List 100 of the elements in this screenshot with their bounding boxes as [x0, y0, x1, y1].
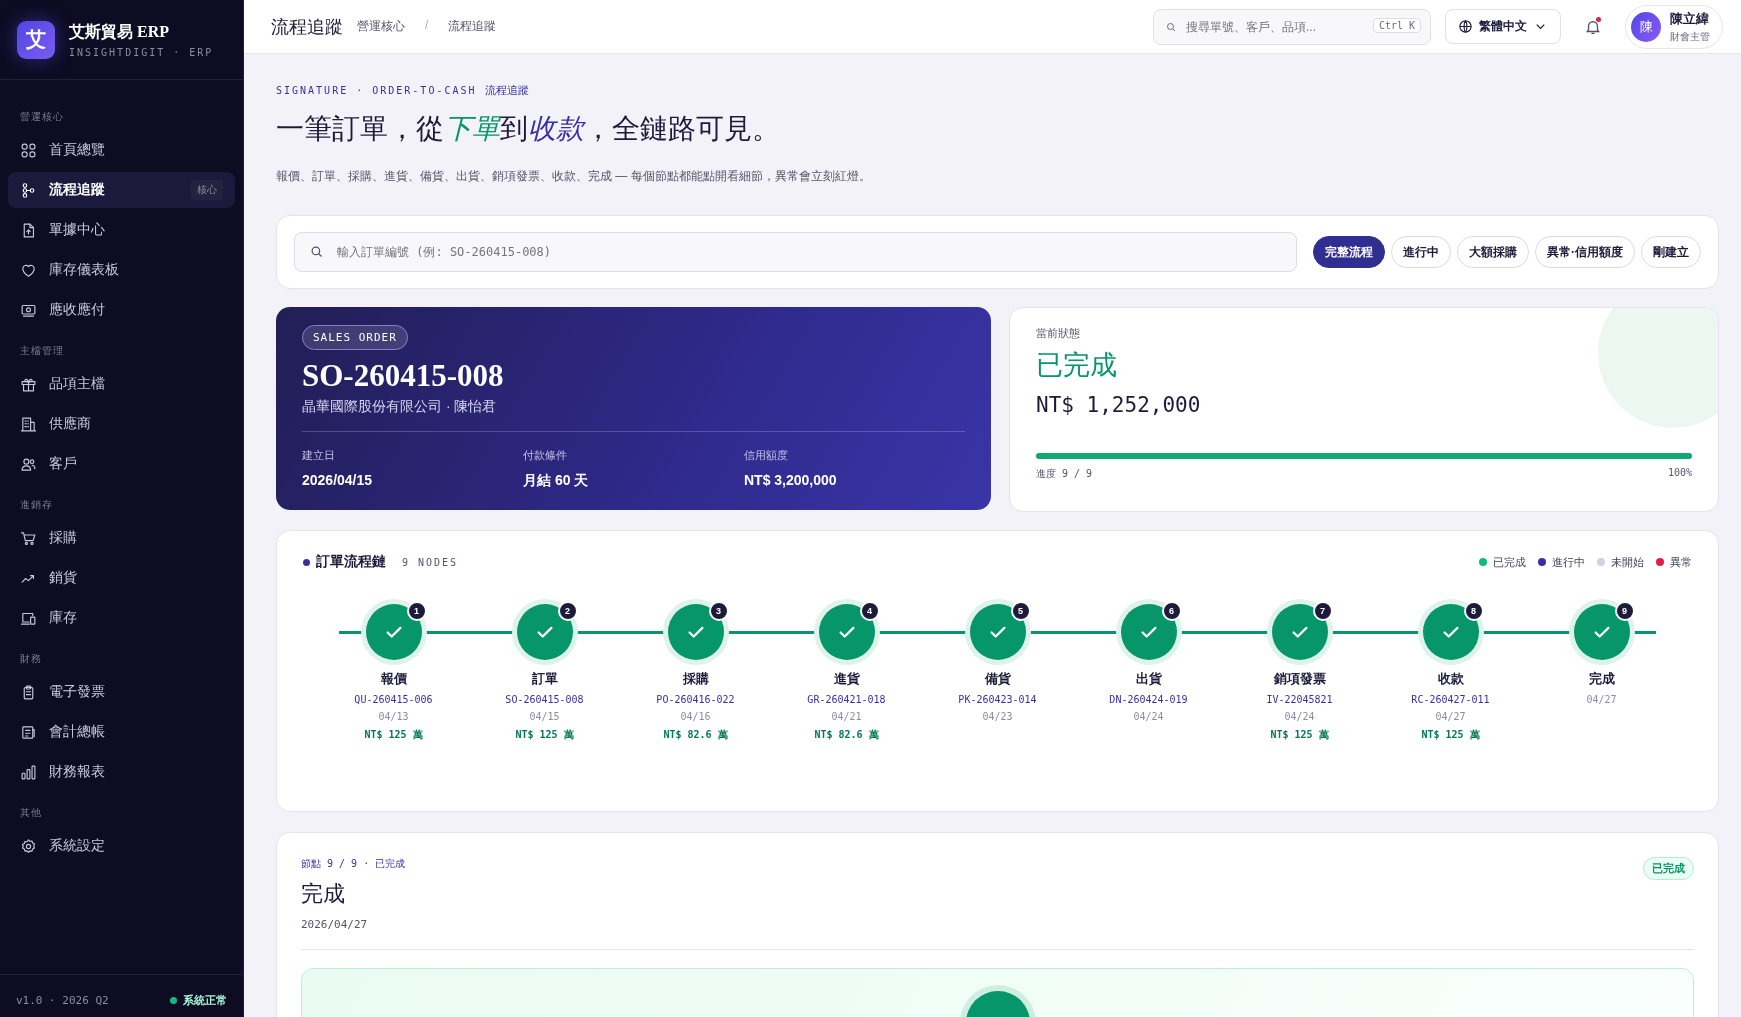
nav-item[interactable]: 庫存 — [8, 600, 235, 636]
node-name: 備貨 — [984, 670, 1011, 688]
node-name: 完成 — [1588, 670, 1615, 688]
node-number: 6 — [1161, 601, 1182, 621]
node-name: 訂單 — [531, 670, 558, 688]
section-title: 其他 — [19, 806, 43, 820]
node-amount: NT$ 125 萬 — [1421, 728, 1480, 742]
node-date: 04/16 — [680, 711, 711, 722]
node-number: 3 — [708, 601, 729, 621]
document-number[interactable]: RC-260427-011 — [1411, 694, 1490, 705]
filter-chip[interactable]: 剛建立 — [1641, 236, 1701, 268]
nav-item[interactable]: 銷貨 — [8, 560, 235, 596]
section-title: 進銷存 — [19, 498, 54, 512]
document-number[interactable]: PO-260416-022 — [656, 694, 735, 705]
brand-name: 艾斯貿易 ERP — [69, 21, 170, 42]
eyebrow-text: SIGNATURE · ORDER-TO-CASH — [276, 85, 477, 96]
filter-chip[interactable]: 進行中 — [1391, 236, 1451, 268]
node-date: 04/27 — [1435, 711, 1466, 722]
avatar: 陳 — [1631, 11, 1661, 42]
order-number: SO-260415-008 — [302, 358, 504, 394]
document-number[interactable]: DN-260424-019 — [1109, 694, 1188, 705]
nav-item[interactable]: 客戶 — [8, 446, 235, 482]
legend-label: 已完成 — [1493, 554, 1526, 570]
workflow-icon — [20, 181, 37, 199]
nav-item[interactable]: 採購 — [8, 520, 235, 556]
node-date: 04/23 — [982, 711, 1013, 722]
nav-item[interactable]: 首頁總覽 — [8, 132, 235, 168]
nav-item[interactable]: 單據中心 — [8, 212, 235, 248]
search-icon — [1165, 20, 1177, 33]
node-name: 銷項發票 — [1273, 670, 1326, 688]
node-number: 4 — [859, 601, 880, 621]
status-label: 當前狀態 — [1036, 326, 1081, 341]
filter-chip[interactable]: 完整流程 — [1313, 236, 1385, 268]
field-label: 付款條件 — [523, 448, 568, 463]
eyebrow-tag: 流程追蹤 — [484, 83, 529, 98]
nav-item[interactable]: 庫存儀表板 — [8, 252, 235, 288]
order-tag: SALES ORDER — [302, 325, 408, 350]
node-amount: NT$ 82.6 萬 — [814, 728, 879, 742]
nav-item[interactable]: 品項主檔 — [8, 366, 235, 402]
system-status: 系統正常 — [183, 992, 227, 1008]
document-number[interactable]: SO-260415-008 — [505, 694, 584, 705]
node-date: 04/27 — [1586, 694, 1617, 705]
breadcrumb-separator: / — [425, 18, 429, 34]
nav-item[interactable]: 系統設定 — [8, 828, 235, 864]
status-badge: 已完成 — [1643, 857, 1694, 880]
nav-item[interactable]: 供應商 — [8, 406, 235, 442]
document-number[interactable]: GR-260421-018 — [807, 694, 886, 705]
brand-subtitle: INSIGHTDIGIT · ERP — [69, 46, 214, 58]
progress-label: 進度 9 / 9 — [1036, 467, 1093, 481]
nav-item[interactable]: 流程追蹤 核心 — [8, 172, 235, 208]
globe-icon — [1458, 19, 1473, 34]
detail-eyebrow: 節點 9 / 9 · 已完成 — [301, 857, 406, 871]
user-role: 財會主管 — [1670, 29, 1710, 44]
section-title: 財務 — [19, 652, 43, 666]
node-count: 9 NODES — [402, 556, 459, 568]
subtitle: 報價、訂單、採購、進貨、備貨、出貨、銷項發票、收款、完成 — 每個節點都能點開看細節，異常會立刻紅燈。 — [276, 168, 872, 185]
field-label: 信用額度 — [744, 448, 789, 463]
node-date: 04/21 — [831, 711, 862, 722]
breadcrumb-link[interactable]: 營運核心 — [357, 18, 405, 35]
chain-title: 訂單流程鏈 — [316, 553, 386, 571]
node-name: 出貨 — [1135, 670, 1162, 688]
node-number: 2 — [557, 601, 578, 621]
page-title: 流程追蹤 — [271, 15, 343, 39]
order-search-field[interactable]: 輸入訂單編號 (例: SO-260415-008) — [294, 232, 1297, 272]
node-name: 進貨 — [833, 670, 860, 688]
nav-item[interactable]: 應收應付 — [8, 292, 235, 328]
building-icon — [20, 415, 37, 433]
document-number[interactable]: PK-260423-014 — [958, 694, 1037, 705]
search-icon — [309, 244, 324, 259]
node-amount: NT$ 125 萬 — [1270, 728, 1329, 742]
grid-icon — [20, 141, 37, 159]
node-number: 8 — [1463, 601, 1484, 621]
detail-date: 2026/04/27 — [301, 918, 369, 931]
filter-chip[interactable]: 異常·信用額度 — [1535, 236, 1635, 268]
ledger-icon — [20, 723, 37, 741]
node-number: 9 — [1614, 601, 1635, 621]
order-amount: NT$ 1,252,000 — [1036, 393, 1202, 417]
node-amount: NT$ 125 萬 — [515, 728, 574, 742]
nav-item[interactable]: 電子發票 — [8, 674, 235, 710]
node-date: 04/13 — [378, 711, 409, 722]
section-title: 營運核心 — [19, 110, 65, 124]
version-text: v1.0 · 2026 Q2 — [16, 993, 109, 1007]
document-number[interactable]: QU-260415-006 — [354, 694, 433, 705]
node-amount: NT$ 125 萬 — [364, 728, 423, 742]
bullet-dot — [303, 558, 310, 566]
status-value: 已完成 — [1036, 349, 1118, 382]
progress-percent: 100% — [1667, 467, 1692, 480]
node-date: 04/15 — [529, 711, 560, 722]
filter-chip[interactable]: 大額採購 — [1457, 236, 1529, 268]
breadcrumb-link[interactable]: 流程追蹤 — [448, 18, 497, 35]
field-label: 建立日 — [302, 448, 336, 463]
node-name: 收款 — [1437, 670, 1464, 688]
node-number: 5 — [1010, 601, 1031, 621]
nav-item[interactable]: 會計總帳 — [8, 714, 235, 750]
document-number[interactable]: IV-22045821 — [1266, 694, 1333, 705]
logo: 艾 — [17, 20, 55, 59]
legend-label: 進行中 — [1552, 554, 1585, 570]
section-title: 主檔管理 — [19, 344, 65, 358]
nav-item[interactable]: 財務報表 — [8, 754, 235, 790]
language-selector[interactable]: 繁體中文 — [1445, 9, 1561, 44]
